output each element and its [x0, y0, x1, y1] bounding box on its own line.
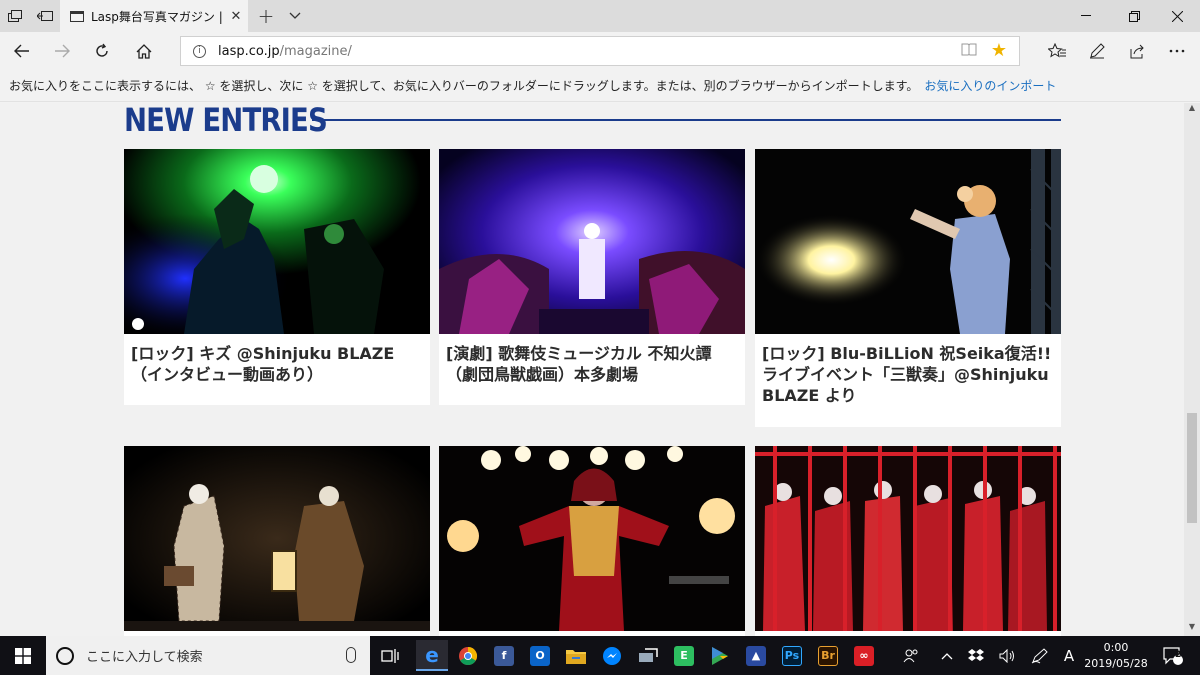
- address-bar[interactable]: i lasp.co.jp/magazine/ ★: [180, 36, 1020, 66]
- forward-arrow-icon[interactable]: [44, 36, 80, 66]
- new-tab-icon[interactable]: +: [252, 0, 280, 32]
- set-aside-tabs-icon[interactable]: [30, 0, 60, 32]
- scroll-up-icon[interactable]: ▲: [1184, 103, 1200, 117]
- people-icon[interactable]: [898, 636, 924, 675]
- refresh-icon[interactable]: [84, 36, 120, 66]
- clock-date: 2019/05/28: [1084, 657, 1148, 670]
- bridge-icon[interactable]: Br: [812, 640, 844, 671]
- entry-card[interactable]: [124, 446, 430, 636]
- import-favorites-link[interactable]: お気に入りのインポート: [924, 77, 1056, 94]
- reading-view-icon[interactable]: [961, 43, 977, 60]
- facebook-icon[interactable]: f: [488, 640, 520, 671]
- page-scrollbar[interactable]: ▲ ▼: [1184, 103, 1200, 636]
- restore-icon[interactable]: [1111, 0, 1157, 32]
- pen-workspace-icon[interactable]: [1026, 636, 1054, 675]
- remote-desktop-icon[interactable]: [632, 640, 664, 671]
- tab-actions-icon[interactable]: [0, 0, 30, 32]
- photoshop-icon[interactable]: Ps: [776, 640, 808, 671]
- evernote-icon[interactable]: E: [668, 640, 700, 671]
- entry-card[interactable]: [演劇] 歌舞伎ミュージカル 不知火譚（劇団鳥獣戯画）本多劇場: [439, 149, 745, 405]
- clock[interactable]: 0:00 2019/05/28: [1080, 640, 1152, 672]
- tab-active[interactable]: Lasp舞台写真マガジン | L ✕: [60, 0, 248, 32]
- entry-title[interactable]: [ロック] Blu-BiLLioN 祝Seika復活!! ライブイベント「三獣奏…: [762, 343, 1056, 406]
- chrome-icon[interactable]: [452, 640, 484, 671]
- title-bar: Lasp舞台写真マガジン | L ✕ +: [0, 0, 1200, 32]
- entry-photo[interactable]: [439, 446, 745, 631]
- entry-card[interactable]: [ロック] Blu-BiLLioN 祝Seika復活!! ライブイベント「三獣奏…: [755, 149, 1061, 427]
- entry-photo[interactable]: [439, 149, 745, 334]
- ime-indicator[interactable]: A: [1058, 636, 1080, 675]
- share-icon[interactable]: [1118, 36, 1156, 66]
- creative-cloud-icon[interactable]: ∞: [848, 640, 880, 671]
- chevron-up-icon[interactable]: [936, 636, 958, 675]
- navigation-bar: i lasp.co.jp/magazine/ ★: [0, 32, 1200, 70]
- notification-count: 2: [1175, 650, 1182, 660]
- address-path: /magazine/: [279, 43, 352, 59]
- outlook-icon[interactable]: O: [524, 640, 556, 671]
- dropbox-icon[interactable]: [964, 636, 988, 675]
- site-info-icon[interactable]: i: [193, 44, 206, 58]
- entry-card[interactable]: [ロック] キズ @Shinjuku BLAZE（インタビュー動画あり）: [124, 149, 430, 405]
- entry-photo[interactable]: [124, 446, 430, 631]
- close-window-icon[interactable]: [1154, 0, 1200, 32]
- file-explorer-icon[interactable]: [560, 640, 592, 671]
- taskbar: ここに入力して検索 e f O E ▲ Ps Br ∞ A 0:00 2019/…: [0, 636, 1200, 675]
- search-placeholder: ここに入力して検索: [86, 650, 203, 665]
- entry-card[interactable]: [755, 446, 1061, 636]
- scanner-app-icon[interactable]: ▲: [740, 640, 772, 671]
- address-host: lasp.co.jp: [218, 43, 280, 59]
- chevron-down-icon[interactable]: [282, 0, 308, 32]
- heading-divider: [312, 119, 1061, 121]
- favorites-hub-icon[interactable]: [1038, 36, 1076, 66]
- page-icon: [70, 10, 84, 22]
- close-tab-icon[interactable]: ✕: [224, 9, 248, 24]
- play-store-icon[interactable]: [704, 640, 736, 671]
- page-content: NEW ENTRIES [ロック] キズ @Shinjuku BLAZE（インタ…: [0, 103, 1184, 636]
- task-view-icon[interactable]: [374, 640, 406, 671]
- entry-photo[interactable]: [755, 149, 1061, 334]
- entry-card[interactable]: [439, 446, 745, 636]
- section-heading: NEW ENTRIES: [124, 103, 328, 139]
- action-center-icon[interactable]: 2: [1158, 636, 1188, 675]
- pen-note-icon[interactable]: [1078, 36, 1116, 66]
- entry-photo[interactable]: [755, 446, 1061, 631]
- back-arrow-icon[interactable]: [4, 36, 40, 66]
- volume-icon[interactable]: [994, 636, 1020, 675]
- entry-photo[interactable]: [124, 149, 430, 334]
- tab-title: Lasp舞台写真マガジン | L: [91, 9, 224, 24]
- windows-start-icon[interactable]: [0, 636, 46, 675]
- messenger-icon[interactable]: [596, 640, 628, 671]
- more-options-icon[interactable]: [1158, 36, 1196, 66]
- cortana-icon[interactable]: [56, 646, 74, 665]
- favorite-star-icon[interactable]: ★: [991, 40, 1007, 61]
- favorites-bar-hint: お気に入りをここに表示するには、 ☆ を選択し、次に ☆ を選択して、お気に入り…: [9, 79, 919, 93]
- scroll-thumb[interactable]: [1187, 413, 1197, 523]
- taskbar-search-box[interactable]: ここに入力して検索: [46, 636, 370, 675]
- edge-browser-icon[interactable]: e: [416, 640, 448, 671]
- entry-title[interactable]: [ロック] キズ @Shinjuku BLAZE（インタビュー動画あり）: [131, 343, 425, 385]
- scroll-down-icon[interactable]: ▼: [1184, 622, 1200, 636]
- home-icon[interactable]: [126, 36, 162, 66]
- entry-title[interactable]: [演劇] 歌舞伎ミュージカル 不知火譚（劇団鳥獣戯画）本多劇場: [446, 343, 740, 385]
- minimize-icon[interactable]: [1063, 0, 1109, 32]
- clock-time: 0:00: [1103, 641, 1129, 654]
- favorites-bar: お気に入りをここに表示するには、 ☆ を選択し、次に ☆ を選択して、お気に入り…: [0, 70, 1200, 102]
- microphone-icon[interactable]: [346, 647, 356, 663]
